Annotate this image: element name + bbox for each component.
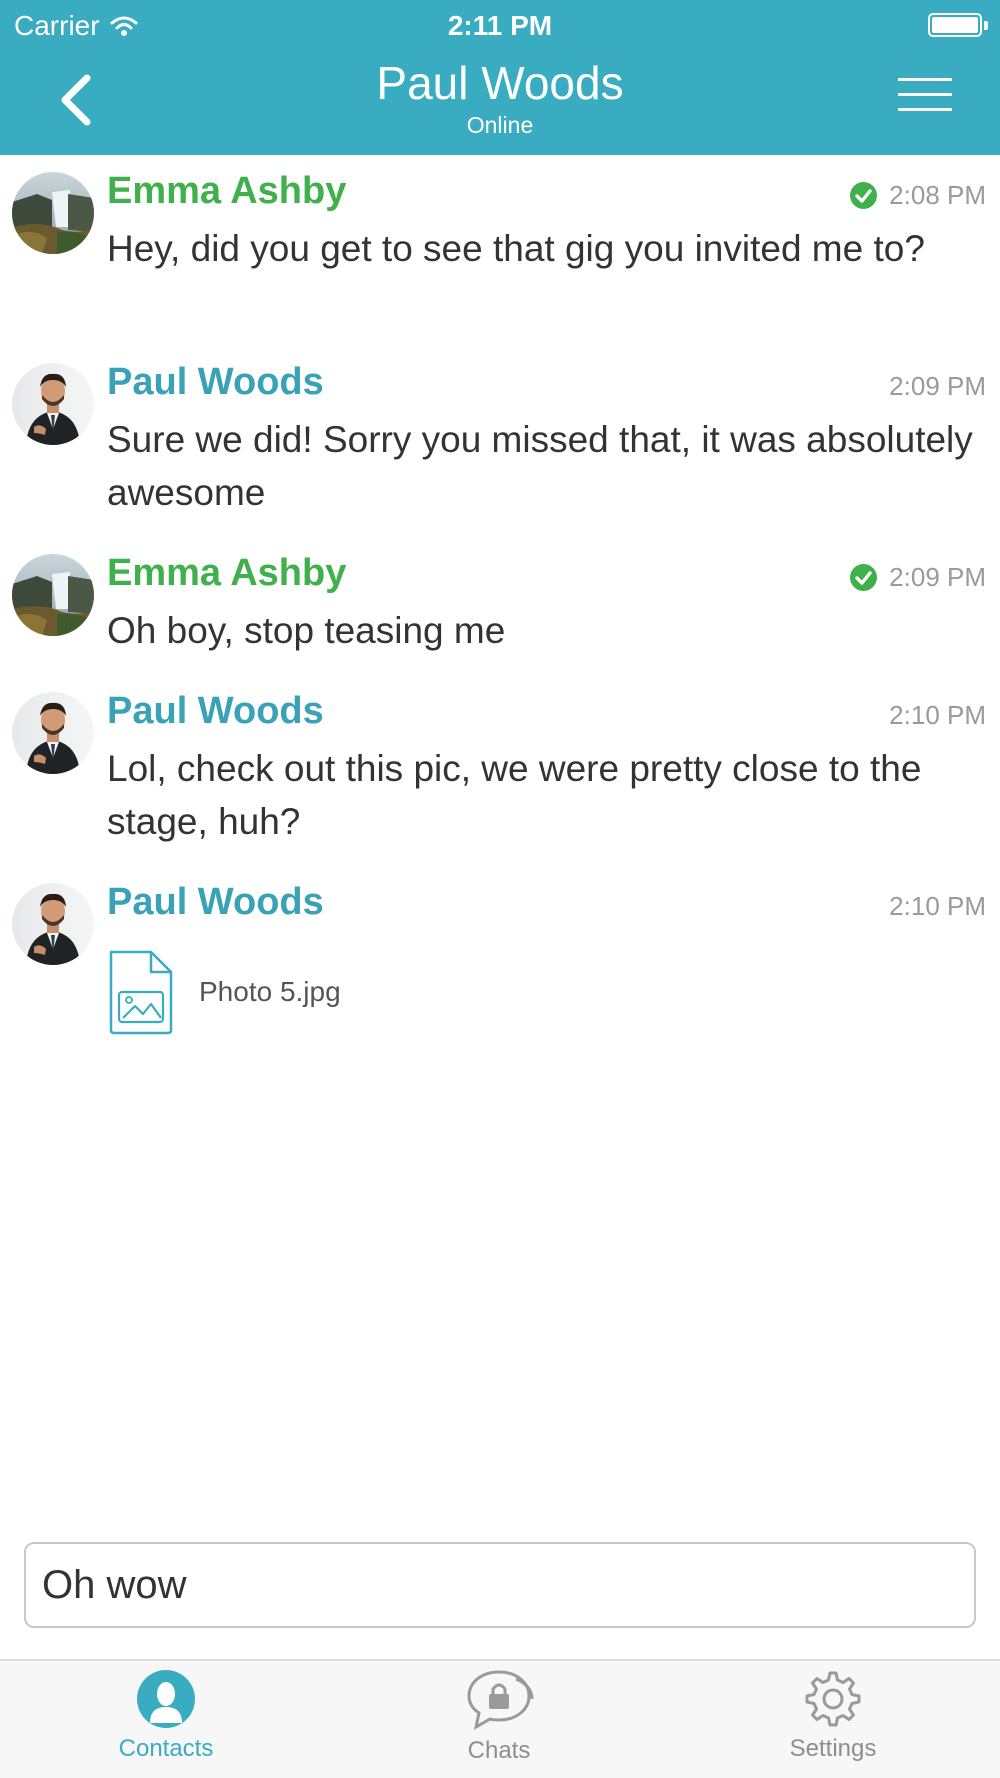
avatar[interactable] [12, 172, 94, 254]
file-name: Photo 5.jpg [199, 976, 341, 1007]
status-bar: Carrier 2:11 PM [0, 0, 1000, 50]
message-author: Paul Woods [107, 690, 324, 732]
file-attachment[interactable]: Photo 5.jpg [107, 948, 341, 1036]
message-time: 2:09 PM [889, 371, 986, 402]
delivered-check-icon [850, 182, 878, 209]
tab-chats[interactable]: Chats [399, 1669, 599, 1778]
menu-button[interactable] [898, 78, 952, 118]
message-time-label: 2:10 PM [889, 700, 986, 730]
message-time-label: 2:09 PM [889, 371, 986, 401]
navigation-header: Carrier 2:11 PM Paul Woods Online [0, 0, 1000, 155]
gear-icon [805, 1671, 861, 1727]
message-text: Oh boy, stop teasing me [107, 610, 506, 651]
battery-icon [928, 13, 982, 37]
tab-settings[interactable]: Settings [733, 1669, 933, 1778]
message-item: Emma Ashby 2:09 PM Oh boy, stop teasing … [0, 552, 1000, 667]
chat-lock-icon [467, 1670, 534, 1730]
message-time: 2:08 PM [850, 180, 986, 211]
image-file-icon [109, 950, 173, 1035]
message-time: 2:10 PM [889, 700, 986, 731]
message-author: Paul Woods [107, 881, 324, 923]
message-text: Sure we did! Sorry you missed that, it w… [107, 419, 973, 513]
message-text: Lol, check out this pic, we were pretty … [107, 748, 922, 842]
tab-label: Chats [467, 1737, 531, 1764]
tab-label: Settings [789, 1735, 877, 1762]
message-time-label: 2:10 PM [889, 891, 986, 921]
page-title: Paul Woods [376, 57, 624, 109]
message-time-label: 2:08 PM [889, 180, 986, 210]
avatar[interactable] [12, 692, 94, 774]
message-author: Paul Woods [107, 361, 324, 403]
avatar[interactable] [12, 883, 94, 965]
message-item: Paul Woods 2:09 PM Sure we did! Sorry yo… [0, 361, 1000, 531]
avatar[interactable] [12, 363, 94, 445]
message-item: Paul Woods 2:10 PM Photo 5.jpg [0, 881, 1000, 1041]
message-time-label: 2:09 PM [889, 562, 986, 592]
message-text: Hey, did you get to see that gig you inv… [107, 228, 925, 269]
message-time: 2:09 PM [850, 562, 986, 593]
message-item: Emma Ashby 2:08 PM Hey, did you get to s… [0, 170, 1000, 340]
message-time: 2:10 PM [889, 891, 986, 922]
status-time: 2:11 PM [447, 10, 553, 41]
battery-tip [984, 21, 988, 30]
hamburger-icon [898, 78, 952, 81]
tab-label: Contacts [118, 1735, 214, 1762]
message-item: Paul Woods 2:10 PM Lol, check out this p… [0, 690, 1000, 860]
presence-status: Online [466, 112, 534, 138]
delivered-check-icon [850, 564, 878, 591]
contact-icon [137, 1670, 195, 1728]
message-author: Emma Ashby [107, 552, 347, 594]
avatar[interactable] [12, 554, 94, 636]
message-input[interactable] [24, 1542, 976, 1628]
tab-bar: Contacts Chats Settings [0, 1659, 1000, 1778]
message-author: Emma Ashby [107, 170, 347, 212]
tab-contacts[interactable]: Contacts [66, 1669, 266, 1778]
